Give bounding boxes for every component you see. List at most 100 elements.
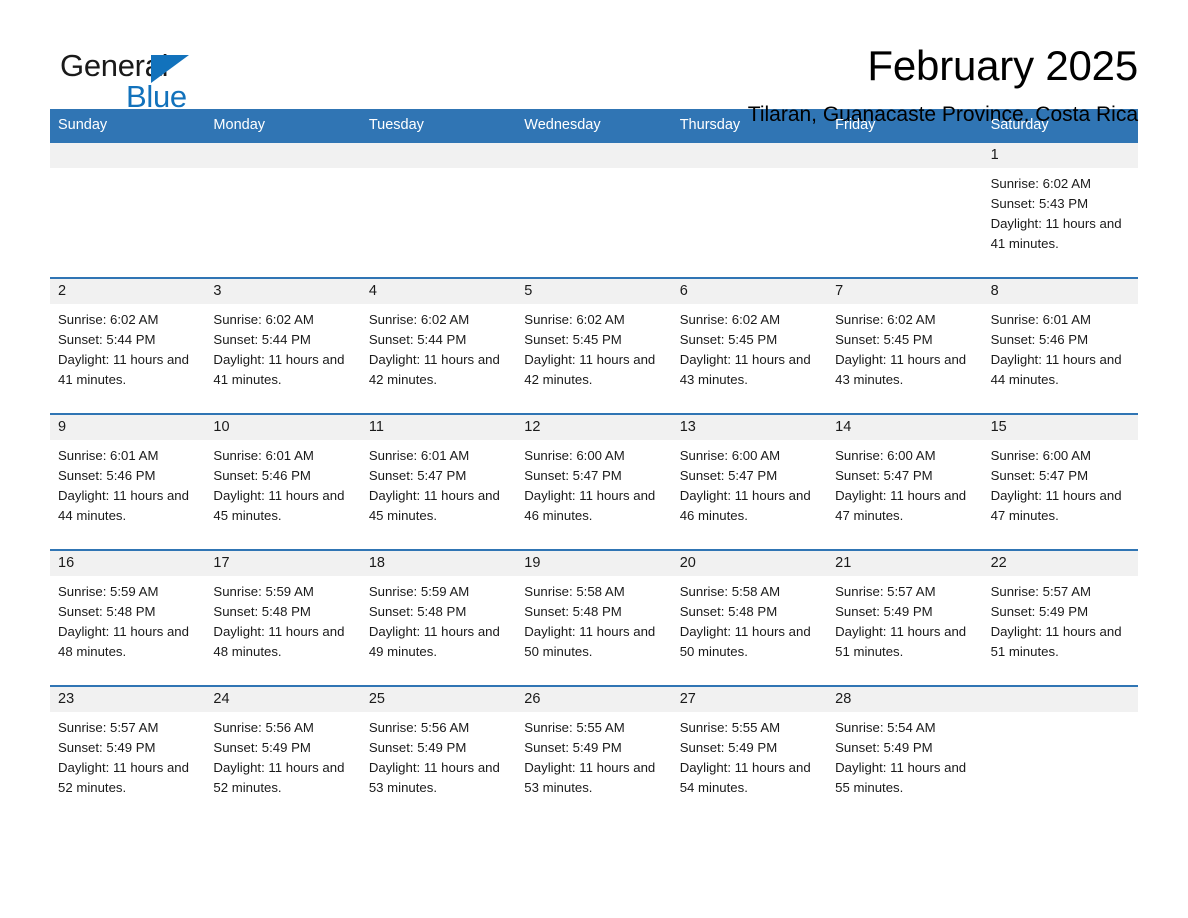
sunrise-text: Sunrise: 6:02 AM	[213, 311, 314, 327]
sunrise-text: Sunrise: 5:57 AM	[835, 583, 936, 599]
day-number: 11	[360, 414, 517, 440]
day-cell[interactable]: 10 Sunrise: 6:01 AM Sunset: 5:46 PM Dayligh…	[205, 414, 361, 549]
day-details: Sunrise: 6:02 AM Sunset: 5:44 PM Daylight:…	[205, 304, 360, 390]
sunrise-text: Sunrise: 5:58 AM	[679, 583, 781, 599]
sunset-text: Sunset: 5:47 PM	[990, 467, 1089, 483]
weekday-header-monday: Monday	[213, 117, 266, 133]
daylight-text: Daylight: 11 hours and 53 minutes.	[524, 759, 656, 795]
day-cell[interactable]: 7 Sunrise: 6:02 AM Sunset: 5:45 PM Daylight…	[827, 278, 983, 413]
sunset-text: Sunset: 5:49 PM	[58, 739, 156, 755]
day-number: 12	[516, 414, 672, 440]
day-cell[interactable]: 11 Sunrise: 6:01 AM Sunset: 5:47 PM Dayligh…	[360, 414, 517, 549]
day-cell[interactable]: 21 Sunrise: 5:57 AM Sunset: 5:49 PM Dayligh…	[827, 550, 983, 685]
sunrise-text: Sunrise: 6:02 AM	[679, 311, 781, 327]
day-cell[interactable]: 28 Sunrise: 5:54 AM Sunset: 5:49 PM Dayligh…	[827, 686, 983, 821]
day-cell[interactable]: 18 Sunrise: 5:59 AM Sunset: 5:48 PM Dayligh…	[360, 550, 517, 685]
sunrise-text: Sunrise: 5:56 AM	[213, 719, 314, 735]
day-details: Sunrise: 5:55 AM Sunset: 5:49 PM Daylight:…	[516, 712, 671, 798]
daylight-text: Daylight: 11 hours and 46 minutes.	[524, 487, 656, 523]
day-number: 5	[516, 278, 672, 304]
daylight-text: Daylight: 11 hours and 48 minutes.	[58, 623, 189, 659]
day-cell[interactable]: 19 Sunrise: 5:58 AM Sunset: 5:48 PM Dayligh…	[516, 550, 672, 685]
day-cell[interactable]: 24 Sunrise: 5:56 AM Sunset: 5:49 PM Dayligh…	[205, 686, 361, 821]
day-number: 10	[205, 414, 361, 440]
daylight-text: Daylight: 11 hours and 44 minutes.	[58, 487, 189, 523]
day-cell[interactable]: 27 Sunrise: 5:55 AM Sunset: 5:49 PM Dayligh…	[671, 686, 828, 821]
day-number: 13	[671, 414, 828, 440]
calendar-week-row: 1 Sunrise: 6:02 AM Sunset: 5:43 PM Daylight…	[50, 142, 1138, 277]
day-number: 15	[982, 414, 1138, 440]
day-number: 4	[360, 278, 517, 304]
sunset-text: Sunset: 5:49 PM	[990, 603, 1089, 619]
day-number	[205, 142, 361, 168]
day-cell-empty	[360, 142, 517, 277]
sunrise-text: Sunrise: 5:56 AM	[368, 719, 470, 735]
day-details: Sunrise: 6:00 AM Sunset: 5:47 PM Daylight:…	[983, 440, 1138, 526]
day-details	[827, 168, 982, 174]
sunrise-text: Sunrise: 6:00 AM	[835, 447, 936, 463]
day-cell[interactable]: 9 Sunrise: 6:01 AM Sunset: 5:46 PM Daylight…	[50, 414, 206, 549]
sunset-text: Sunset: 5:47 PM	[368, 467, 467, 483]
day-number: 22	[982, 550, 1138, 576]
daylight-text: Daylight: 11 hours and 43 minutes.	[679, 351, 811, 387]
day-details: Sunrise: 6:02 AM Sunset: 5:44 PM Daylight:…	[50, 304, 205, 390]
daylight-text: Daylight: 11 hours and 52 minutes.	[58, 759, 189, 795]
day-details: Sunrise: 5:54 AM Sunset: 5:49 PM Daylight:…	[827, 712, 982, 798]
sunrise-text: Sunrise: 5:55 AM	[679, 719, 781, 735]
sunset-text: Sunset: 5:44 PM	[58, 331, 156, 347]
day-number: 9	[50, 414, 206, 440]
day-cell[interactable]: 6 Sunrise: 6:02 AM Sunset: 5:45 PM Daylight…	[671, 278, 828, 413]
day-cell[interactable]: 20 Sunrise: 5:58 AM Sunset: 5:48 PM Dayligh…	[671, 550, 828, 685]
weekday-header-sunday: Sunday	[58, 117, 108, 133]
general-blue-logo[interactable]: General Blue	[50, 42, 200, 114]
day-details: Sunrise: 5:59 AM Sunset: 5:48 PM Daylight:…	[50, 576, 205, 662]
day-details: Sunrise: 5:57 AM Sunset: 5:49 PM Daylight:…	[983, 576, 1138, 662]
day-details: Sunrise: 6:01 AM Sunset: 5:47 PM Daylight:…	[361, 440, 516, 526]
day-cell[interactable]: 25 Sunrise: 5:56 AM Sunset: 5:49 PM Dayligh…	[360, 686, 517, 821]
day-details: Sunrise: 5:57 AM Sunset: 5:49 PM Daylight:…	[827, 576, 982, 662]
day-cell[interactable]: 12 Sunrise: 6:00 AM Sunset: 5:47 PM Dayligh…	[516, 414, 672, 549]
day-cell[interactable]: 3 Sunrise: 6:02 AM Sunset: 5:44 PM Daylight…	[205, 278, 361, 413]
day-number: 2	[50, 278, 206, 304]
day-cell[interactable]: 5 Sunrise: 6:02 AM Sunset: 5:45 PM Daylight…	[516, 278, 672, 413]
sunset-text: Sunset: 5:45 PM	[679, 331, 778, 347]
day-details	[205, 168, 360, 174]
sunrise-text: Sunrise: 6:01 AM	[58, 447, 159, 463]
daylight-text: Daylight: 11 hours and 54 minutes.	[679, 759, 811, 795]
day-cell[interactable]: 23 Sunrise: 5:57 AM Sunset: 5:49 PM Dayligh…	[50, 686, 206, 821]
sunrise-text: Sunrise: 6:02 AM	[524, 311, 625, 327]
sunrise-text: Sunrise: 6:01 AM	[213, 447, 314, 463]
day-details: Sunrise: 5:58 AM Sunset: 5:48 PM Daylight:…	[672, 576, 827, 662]
day-number: 19	[516, 550, 672, 576]
sunrise-text: Sunrise: 5:57 AM	[58, 719, 159, 735]
day-cell[interactable]: 15 Sunrise: 6:00 AM Sunset: 5:47 PM Dayligh…	[982, 414, 1138, 549]
daylight-text: Daylight: 11 hours and 53 minutes.	[368, 759, 500, 795]
day-cell[interactable]: 2 Sunrise: 6:02 AM Sunset: 5:44 PM Daylight…	[50, 278, 206, 413]
day-cell[interactable]: 14 Sunrise: 6:00 AM Sunset: 5:47 PM Dayligh…	[827, 414, 983, 549]
day-cell[interactable]: 17 Sunrise: 5:59 AM Sunset: 5:48 PM Dayligh…	[205, 550, 361, 685]
sunset-text: Sunset: 5:48 PM	[58, 603, 156, 619]
day-details: Sunrise: 6:02 AM Sunset: 5:45 PM Daylight:…	[516, 304, 671, 390]
sunset-text: Sunset: 5:49 PM	[679, 739, 778, 755]
day-cell[interactable]: 1 Sunrise: 6:02 AM Sunset: 5:43 PM Daylight…	[982, 142, 1138, 277]
page-title: February 2025	[867, 42, 1138, 89]
day-details: Sunrise: 5:58 AM Sunset: 5:48 PM Daylight:…	[516, 576, 671, 662]
calendar-week-row: 23 Sunrise: 5:57 AM Sunset: 5:49 PM Dayligh…	[50, 684, 1138, 821]
day-details: Sunrise: 5:55 AM Sunset: 5:49 PM Daylight:…	[672, 712, 827, 798]
day-details: Sunrise: 5:56 AM Sunset: 5:49 PM Daylight:…	[205, 712, 360, 798]
day-cell[interactable]: 4 Sunrise: 6:02 AM Sunset: 5:44 PM Daylight…	[360, 278, 517, 413]
day-cell[interactable]: 13 Sunrise: 6:00 AM Sunset: 5:47 PM Dayligh…	[671, 414, 828, 549]
day-number: 21	[827, 550, 983, 576]
day-cell[interactable]: 16 Sunrise: 5:59 AM Sunset: 5:48 PM Dayligh…	[50, 550, 206, 685]
day-cell-empty	[827, 142, 983, 277]
daylight-text: Daylight: 11 hours and 42 minutes.	[368, 351, 500, 387]
day-number: 14	[827, 414, 983, 440]
day-cell[interactable]: 26 Sunrise: 5:55 AM Sunset: 5:49 PM Dayligh…	[516, 686, 672, 821]
calendar-week-row: 2 Sunrise: 6:02 AM Sunset: 5:44 PM Daylight…	[50, 276, 1138, 413]
sunrise-text: Sunrise: 5:54 AM	[835, 719, 936, 735]
sunset-text: Sunset: 5:46 PM	[990, 331, 1089, 347]
daylight-text: Daylight: 11 hours and 49 minutes.	[368, 623, 500, 659]
day-cell[interactable]: 8 Sunrise: 6:01 AM Sunset: 5:46 PM Daylight…	[982, 278, 1138, 413]
sunrise-text: Sunrise: 6:01 AM	[990, 311, 1091, 327]
day-cell[interactable]: 22 Sunrise: 5:57 AM Sunset: 5:49 PM Dayligh…	[982, 550, 1138, 685]
